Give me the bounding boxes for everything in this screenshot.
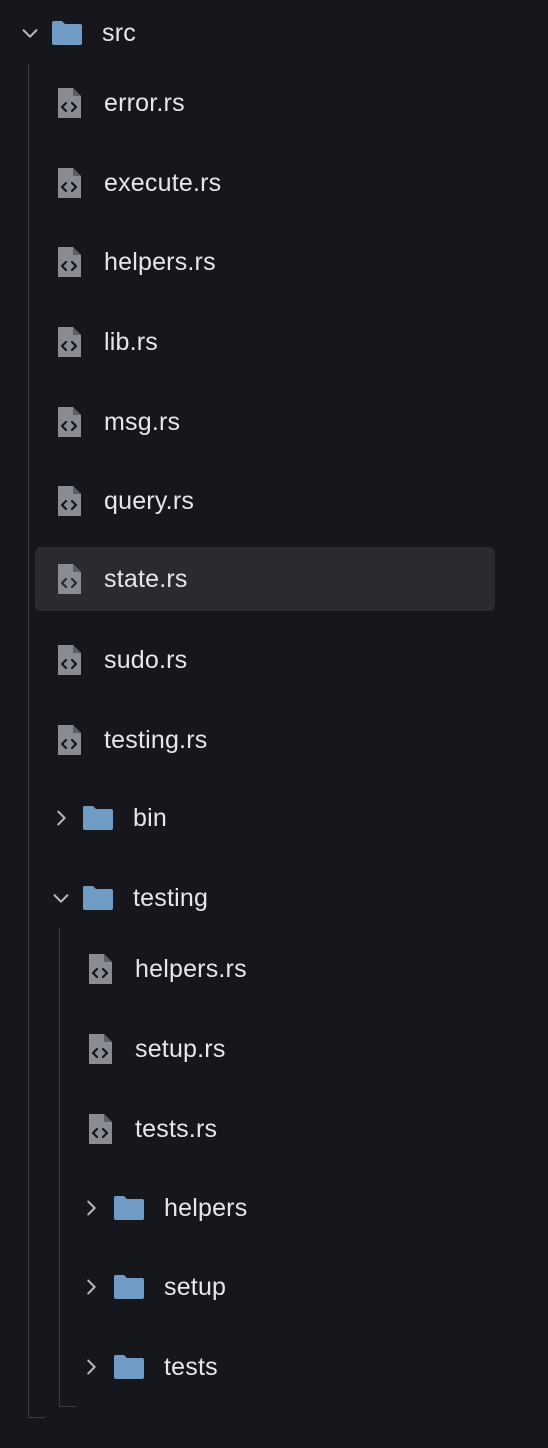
tree-file-row[interactable]: helpers.rs <box>0 231 548 293</box>
tree-folder-helpers[interactable]: helpers <box>0 1177 548 1239</box>
folder-icon <box>112 1270 146 1304</box>
file-label: helpers.rs <box>135 954 247 983</box>
tree-file-row[interactable]: tests.rs <box>0 1098 548 1160</box>
rust-file-icon <box>52 166 86 200</box>
rust-file-icon <box>52 723 86 757</box>
tree-file-row[interactable]: setup.rs <box>0 1018 548 1080</box>
rust-file-icon <box>52 643 86 677</box>
tree-folder-bin[interactable]: bin <box>0 787 548 849</box>
tree-file-row[interactable]: execute.rs <box>0 152 548 214</box>
file-tree: src error.rs execute.rs helpers.rs lib.r… <box>0 0 548 1448</box>
file-label: state.rs <box>104 564 188 593</box>
chevron-down-icon[interactable] <box>18 21 42 45</box>
folder-icon <box>50 16 84 50</box>
chevron-right-icon[interactable] <box>79 1196 103 1220</box>
folder-label: src <box>102 18 136 47</box>
file-label: msg.rs <box>104 407 181 436</box>
chevron-right-icon[interactable] <box>79 1355 103 1379</box>
tree-file-row[interactable]: error.rs <box>0 72 548 134</box>
tree-file-row[interactable]: helpers.rs <box>0 938 548 1000</box>
tree-folder-tests[interactable]: tests <box>0 1336 548 1398</box>
rust-file-icon <box>52 405 86 439</box>
rust-file-icon <box>52 245 86 279</box>
file-label: setup.rs <box>135 1034 226 1063</box>
rust-file-icon <box>52 484 86 518</box>
file-label: lib.rs <box>104 327 158 356</box>
rust-file-icon <box>83 952 117 986</box>
rust-file-icon <box>83 1112 117 1146</box>
folder-label: setup <box>164 1272 227 1301</box>
tree-file-row[interactable]: lib.rs <box>0 311 548 373</box>
file-label: query.rs <box>104 486 195 515</box>
tree-folder-setup[interactable]: setup <box>0 1256 548 1318</box>
rust-file-icon <box>52 325 86 359</box>
folder-icon <box>112 1350 146 1384</box>
chevron-right-icon[interactable] <box>49 806 73 830</box>
chevron-right-icon[interactable] <box>79 1275 103 1299</box>
folder-icon <box>81 801 115 835</box>
folder-label: helpers <box>164 1193 248 1222</box>
tree-file-row[interactable]: query.rs <box>0 470 548 532</box>
tree-file-row[interactable]: sudo.rs <box>0 629 548 691</box>
file-label: testing.rs <box>104 725 208 754</box>
file-label: helpers.rs <box>104 247 216 276</box>
rust-file-icon <box>52 562 86 596</box>
rust-file-icon <box>52 86 86 120</box>
file-label: error.rs <box>104 88 185 117</box>
tree-folder-src[interactable]: src <box>0 2 548 64</box>
tree-file-row[interactable]: msg.rs <box>0 391 548 453</box>
folder-icon <box>112 1191 146 1225</box>
tree-file-row-selected[interactable]: state.rs <box>35 547 495 611</box>
file-label: sudo.rs <box>104 645 188 674</box>
folder-icon <box>81 881 115 915</box>
chevron-down-icon[interactable] <box>49 886 73 910</box>
folder-label: testing <box>133 883 209 912</box>
folder-label: tests <box>164 1352 218 1381</box>
tree-folder-testing[interactable]: testing <box>0 867 548 929</box>
file-label: tests.rs <box>135 1114 218 1143</box>
folder-label: bin <box>133 803 167 832</box>
file-label: execute.rs <box>104 168 222 197</box>
rust-file-icon <box>83 1032 117 1066</box>
tree-file-row[interactable]: testing.rs <box>0 709 548 771</box>
